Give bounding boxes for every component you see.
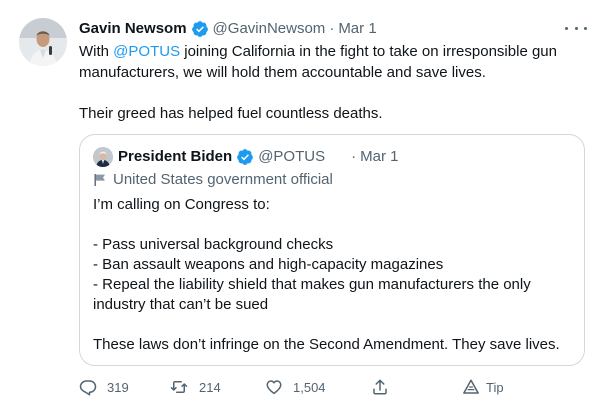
government-label: United States government official — [93, 170, 333, 190]
quoted-text-line: These laws don’t infringe on the Second … — [93, 336, 560, 353]
tweet-text-prefix: With — [79, 43, 114, 60]
tweet-date[interactable]: Mar 1 — [338, 19, 376, 39]
header-separator: · — [329, 20, 335, 37]
quoted-tweet-text: I’m calling on Congress to: - Pass unive… — [93, 195, 573, 355]
government-label-text: United States government official — [113, 171, 333, 188]
tip-icon — [462, 378, 480, 396]
reply-icon — [79, 378, 97, 396]
quoted-tweet-date[interactable]: Mar 1 — [360, 147, 398, 167]
tweet[interactable]: Gavin Newsom @GavinNewsom · Mar 1 With @… — [0, 0, 604, 411]
retweet-count: 214 — [199, 379, 221, 395]
tip-label: Tip — [486, 379, 504, 395]
retweet-icon — [169, 378, 189, 396]
share-button[interactable] — [371, 378, 389, 396]
quoted-text-line: I’m calling on Congress to: — [93, 196, 270, 213]
flag-icon — [93, 173, 107, 187]
like-button[interactable]: 1,504 — [265, 378, 326, 396]
reply-count: 319 — [107, 379, 129, 395]
quoted-tweet[interactable]: President Biden @POTUS · Mar 1 United St… — [79, 134, 585, 366]
tweet-text: With @POTUS joining California in the fi… — [79, 41, 584, 124]
quoted-text-line: - Repeal the liability shield that makes… — [93, 276, 531, 293]
more-options-icon[interactable] — [565, 20, 587, 36]
tweet-paragraph-1: With @POTUS joining California in the fi… — [79, 41, 584, 83]
quoted-author-handle[interactable]: @POTUS — [258, 147, 325, 167]
quoted-text-line: industry that can’t be sued — [93, 296, 269, 313]
share-icon — [371, 378, 389, 396]
heart-icon — [265, 378, 283, 396]
author-avatar[interactable] — [19, 18, 67, 66]
tweet-header: Gavin Newsom @GavinNewsom · Mar 1 — [79, 19, 377, 39]
verified-badge-icon — [191, 20, 209, 38]
like-count: 1,504 — [293, 379, 326, 395]
quoted-text-line: - Pass universal background checks — [93, 236, 334, 253]
quoted-text-line: - Ban assault weapons and high-capacity … — [93, 256, 444, 273]
action-bar: 319 214 1,504 Tip — [79, 378, 519, 400]
quoted-text-line — [93, 215, 573, 235]
quoted-header: President Biden @POTUS · Mar 1 — [118, 147, 398, 167]
quoted-verified-badge-icon — [236, 148, 254, 166]
tweet-paragraph-2: Their greed has helped fuel countless de… — [79, 105, 383, 122]
mention-link[interactable]: @POTUS — [113, 43, 180, 60]
retweet-button[interactable]: 214 — [169, 378, 221, 396]
quoted-header-separator: · — [351, 148, 357, 165]
quoted-text-line — [93, 315, 573, 335]
quoted-author-name[interactable]: President Biden — [118, 147, 232, 167]
tip-button[interactable]: Tip — [462, 378, 504, 396]
author-name[interactable]: Gavin Newsom — [79, 19, 187, 39]
quoted-author-avatar[interactable] — [93, 147, 113, 167]
author-handle[interactable]: @GavinNewsom — [213, 19, 326, 39]
reply-button[interactable]: 319 — [79, 378, 129, 396]
